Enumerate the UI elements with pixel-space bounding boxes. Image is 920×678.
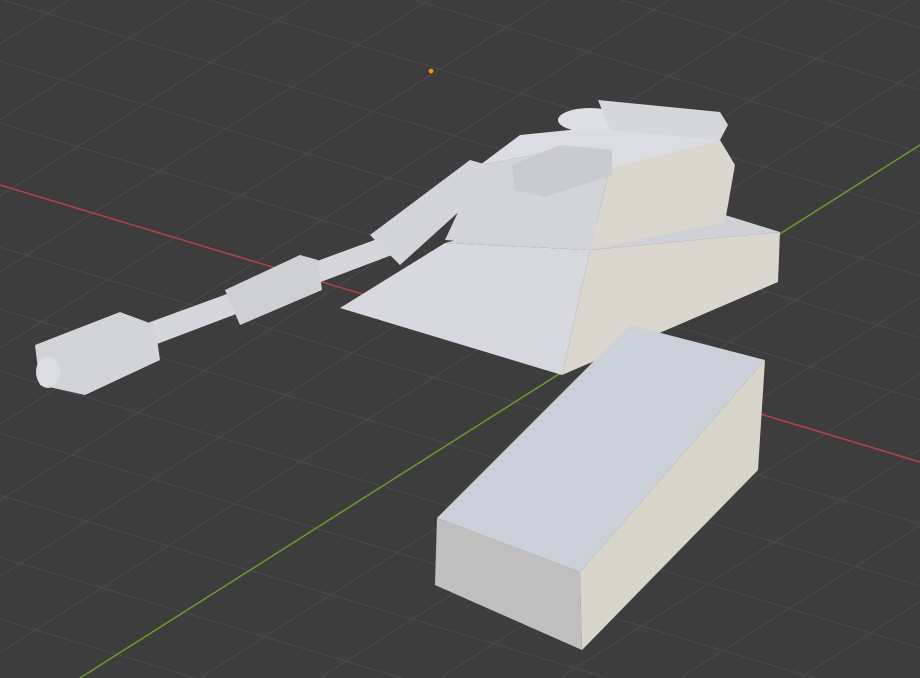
hull-front-slope [340,243,590,375]
object-origin-icon[interactable] [427,67,435,75]
grid-line [0,0,70,45]
grid-line [0,556,402,678]
grid-line [0,0,430,273]
grid-line [0,0,190,121]
grid-line [827,0,920,29]
grid-line [679,525,920,678]
3d-viewport[interactable] [0,0,920,678]
barrel-sleeve [225,255,322,325]
grid-line [0,618,196,678]
grid-line [799,601,920,678]
tank-model[interactable] [35,100,780,650]
muzzle-tip [36,356,60,388]
viewport-canvas[interactable] [0,0,920,678]
grid-line [621,0,920,91]
grid-line [0,0,310,197]
